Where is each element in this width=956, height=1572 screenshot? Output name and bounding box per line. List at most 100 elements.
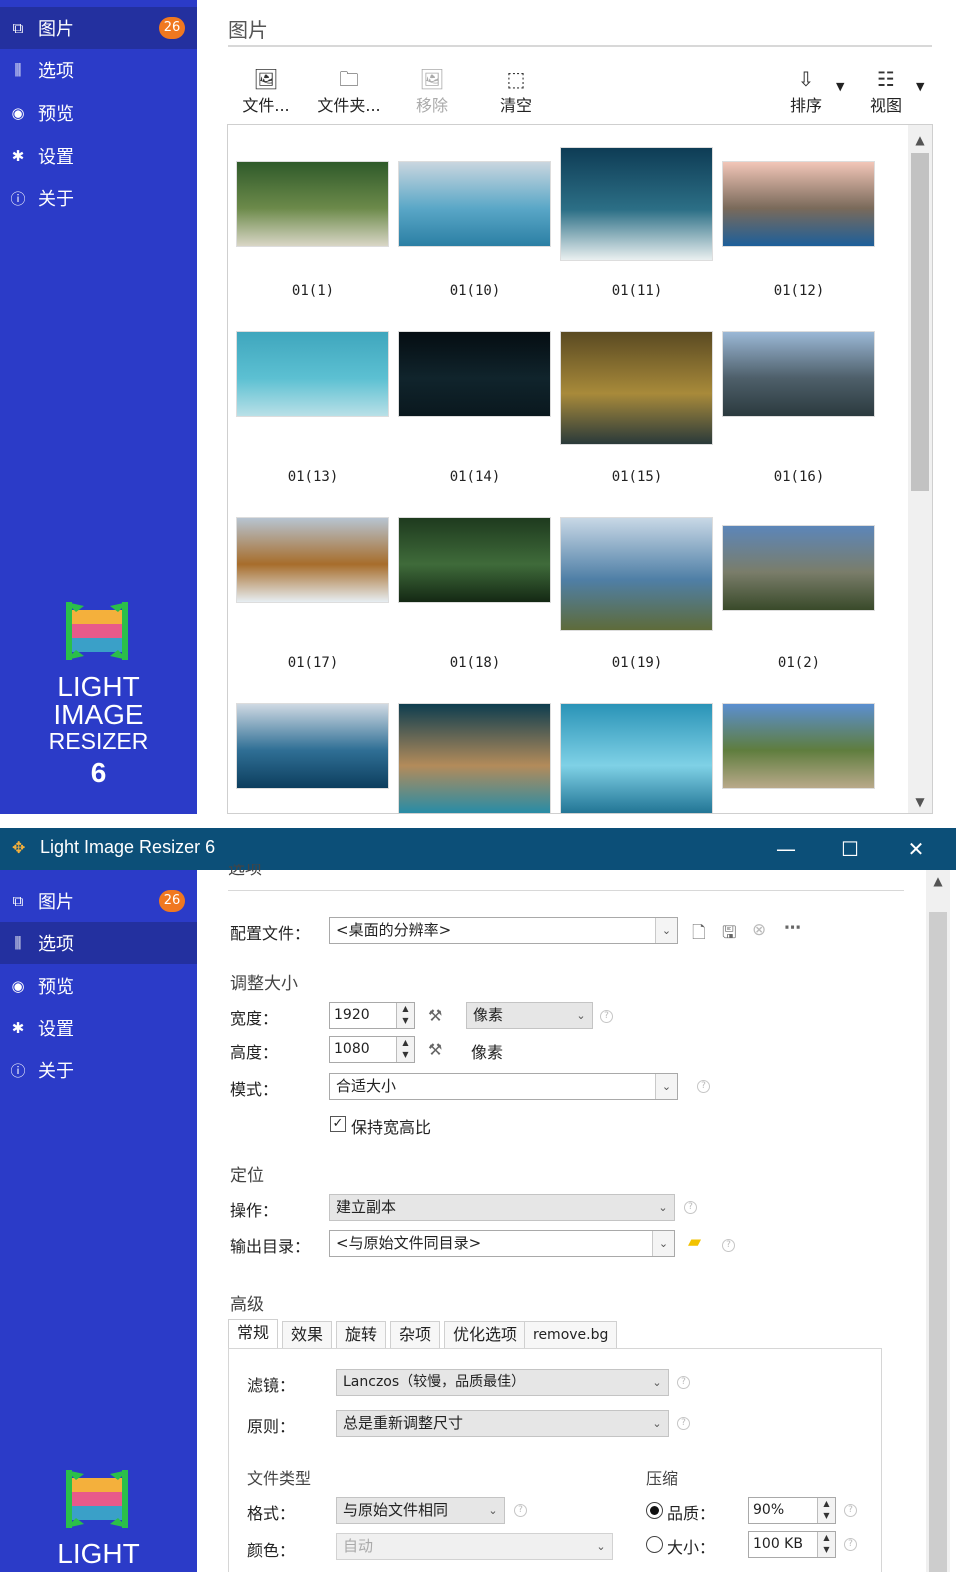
- sidebar-item-images[interactable]: ⧉ 图片 26: [0, 7, 197, 49]
- magic-wand-icon[interactable]: ⚒: [428, 1040, 442, 1059]
- help-icon[interactable]: ?: [677, 1376, 690, 1389]
- remove-label: 移除: [415, 96, 448, 115]
- chevron-down-icon: ⌄: [488, 1504, 498, 1517]
- minimize-button[interactable]: —: [766, 834, 806, 864]
- sidebar-item-options[interactable]: ⫼ 选项: [0, 49, 197, 91]
- size-radio[interactable]: [646, 1536, 663, 1553]
- logo-text-light: LIGHT: [57, 1538, 140, 1569]
- profile-select[interactable]: <桌面的分辨率> ⌄: [329, 917, 678, 944]
- help-icon[interactable]: ?: [600, 1010, 613, 1023]
- tab-rotate[interactable]: 旋转: [336, 1321, 387, 1349]
- action-select[interactable]: 建立副本 ⌄: [329, 1194, 675, 1221]
- gear-icon: ✱: [11, 147, 25, 165]
- stepper-arrows-icon[interactable]: ▲ ▼: [817, 1498, 835, 1523]
- color-select[interactable]: 自动 ⌄: [336, 1533, 613, 1560]
- image-thumbnail[interactable]: [722, 525, 875, 611]
- save-profile-icon[interactable]: 🖫: [722, 920, 736, 949]
- height-stepper[interactable]: 1080 ▲ ▼: [329, 1036, 415, 1063]
- mode-select-value: 合适大小: [336, 1077, 397, 1095]
- view-button[interactable]: ☷ 视图: [866, 66, 906, 116]
- sort-button[interactable]: ⇩ 排序: [786, 66, 826, 116]
- scrollbar-thumb[interactable]: [929, 912, 947, 1572]
- options-scrollbar[interactable]: ▲: [926, 870, 950, 1572]
- quality-stepper[interactable]: 90% ▲ ▼: [748, 1497, 836, 1524]
- help-icon[interactable]: ?: [684, 1201, 697, 1214]
- chevron-down-icon: ⌄: [652, 1376, 662, 1389]
- tab-optimize[interactable]: 优化选项: [444, 1321, 527, 1349]
- tab-effects[interactable]: 效果: [282, 1321, 333, 1349]
- image-thumbnail[interactable]: [560, 331, 713, 445]
- help-icon[interactable]: ?: [844, 1504, 857, 1517]
- unit-select[interactable]: 像素 ⌄: [466, 1002, 593, 1029]
- delete-profile-icon[interactable]: ⊗: [752, 920, 766, 940]
- filter-select[interactable]: Lanczos（较慢，品质最佳） ⌄: [336, 1369, 669, 1396]
- close-button[interactable]: ✕: [896, 834, 936, 864]
- new-profile-icon[interactable]: 🗋: [692, 920, 706, 949]
- help-icon[interactable]: ?: [514, 1504, 527, 1517]
- app-icon: ✥: [12, 838, 26, 857]
- tab-misc[interactable]: 杂项: [390, 1321, 441, 1349]
- rule-select[interactable]: 总是重新调整尺寸 ⌄: [336, 1410, 669, 1437]
- image-thumbnail[interactable]: [398, 161, 551, 247]
- stepper-arrows-icon[interactable]: ▲ ▼: [817, 1532, 835, 1557]
- width-stepper[interactable]: 1920 ▲ ▼: [329, 1002, 415, 1029]
- more-options-icon[interactable]: ⋯: [784, 918, 801, 938]
- help-icon[interactable]: ?: [844, 1538, 857, 1551]
- image-thumbnail[interactable]: [398, 517, 551, 603]
- size-label: 大小：: [667, 1538, 716, 1557]
- maximize-button[interactable]: ☐: [830, 834, 870, 864]
- image-thumbnail[interactable]: [560, 703, 713, 813]
- sidebar-item-about[interactable]: ⓘ 关于: [0, 177, 197, 219]
- sidebar-item-preview[interactable]: ◉ 预览: [0, 92, 197, 134]
- add-files-button[interactable]: 🖼 文件...: [240, 66, 292, 116]
- output-dir-select[interactable]: <与原始文件同目录> ⌄: [329, 1230, 675, 1257]
- keep-ratio-checkbox[interactable]: ✓: [330, 1116, 346, 1132]
- image-thumbnail[interactable]: [236, 161, 389, 247]
- sidebar-item-images[interactable]: ⧉ 图片 26: [0, 880, 197, 922]
- sidebar-item-preview[interactable]: ◉ 预览: [0, 965, 197, 1007]
- image-thumbnail[interactable]: [560, 147, 713, 261]
- folder-icon[interactable]: ▰: [688, 1232, 701, 1252]
- scroll-up-icon[interactable]: ▲: [911, 133, 929, 147]
- remove-button[interactable]: 🖼 移除: [412, 66, 452, 116]
- scroll-down-icon[interactable]: ▼: [911, 795, 929, 809]
- image-thumbnail[interactable]: [722, 703, 875, 789]
- grid-scrollbar[interactable]: ▲ ▼: [908, 125, 932, 813]
- mode-label: 模式：: [230, 1080, 279, 1099]
- add-folder-button[interactable]: 🗀 文件夹...: [316, 66, 382, 116]
- format-select[interactable]: 与原始文件相同 ⌄: [336, 1497, 505, 1524]
- help-icon[interactable]: ?: [722, 1239, 735, 1252]
- add-image-icon: 🖼: [253, 67, 279, 91]
- help-icon[interactable]: ?: [677, 1417, 690, 1430]
- format-select-value: 与原始文件相同: [343, 1501, 449, 1519]
- view-dropdown-icon[interactable]: ▼: [916, 80, 924, 93]
- magic-wand-icon[interactable]: ⚒: [428, 1006, 442, 1025]
- quality-radio[interactable]: [646, 1502, 663, 1519]
- image-thumbnail[interactable]: [560, 517, 713, 631]
- sidebar-item-settings[interactable]: ✱ 设置: [0, 1007, 197, 1049]
- image-thumbnail[interactable]: [236, 703, 389, 789]
- image-thumbnail[interactable]: [236, 517, 389, 603]
- window-titlebar[interactable]: ✥ Light Image Resizer 6 — ☐ ✕: [0, 828, 956, 870]
- mode-select[interactable]: 合适大小 ⌄: [329, 1073, 678, 1100]
- image-thumbnail[interactable]: [236, 331, 389, 417]
- image-count-badge: 26: [159, 890, 185, 912]
- tab-general[interactable]: 常规: [228, 1319, 279, 1349]
- image-thumbnail[interactable]: [722, 331, 875, 417]
- scrollbar-thumb[interactable]: [911, 153, 929, 491]
- image-thumbnail[interactable]: [398, 703, 551, 813]
- size-stepper[interactable]: 100 KB ▲ ▼: [748, 1531, 836, 1558]
- image-thumbnail[interactable]: [722, 161, 875, 247]
- clear-button[interactable]: ⬚ 清空: [496, 66, 536, 116]
- help-icon[interactable]: ?: [697, 1080, 710, 1093]
- image-thumbnail[interactable]: [398, 331, 551, 417]
- sidebar-item-options[interactable]: ⫼ 选项: [0, 922, 197, 964]
- sort-label: 排序: [789, 96, 822, 115]
- sort-dropdown-icon[interactable]: ▼: [836, 80, 844, 93]
- tab-removebg[interactable]: remove.bg: [524, 1321, 618, 1349]
- stepper-arrows-icon[interactable]: ▲ ▼: [396, 1037, 414, 1062]
- sidebar-item-settings[interactable]: ✱ 设置: [0, 135, 197, 177]
- stepper-arrows-icon[interactable]: ▲ ▼: [396, 1003, 414, 1028]
- sidebar-item-about[interactable]: ⓘ 关于: [0, 1049, 197, 1091]
- scroll-up-icon[interactable]: ▲: [929, 874, 947, 888]
